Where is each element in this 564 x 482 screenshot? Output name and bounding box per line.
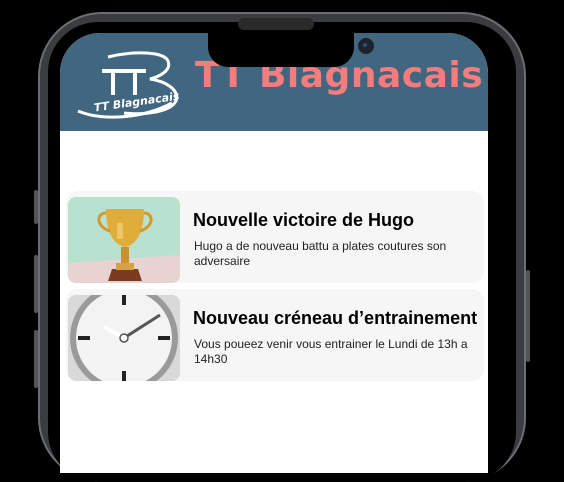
news-title: Nouvelle victoire de Hugo xyxy=(193,210,415,230)
clock-icon xyxy=(68,295,180,381)
news-thumbnail xyxy=(68,295,180,381)
phone-side-button xyxy=(526,270,530,362)
phone-notch xyxy=(208,33,374,67)
logo-graphic: TT Blagnacais xyxy=(77,51,181,119)
front-camera-icon xyxy=(358,38,374,54)
news-title: Nouveau créneau d’entrainement xyxy=(193,308,478,328)
app-screen: TT Blagnacais TT Blagnacais Nouvelle vic… xyxy=(60,33,488,473)
news-thumbnail xyxy=(68,197,180,283)
phone-side-button xyxy=(34,255,38,313)
speaker-grille xyxy=(238,18,314,30)
phone-side-button xyxy=(34,330,38,388)
news-description: Hugo a de nouveau battu a plates couture… xyxy=(194,239,447,268)
news-list: Nouvelle victoire de Hugo Hugo a de nouv… xyxy=(66,191,486,387)
news-card[interactable]: Nouveau créneau d’entrainement Vous poue… xyxy=(66,289,484,381)
news-card[interactable]: Nouvelle victoire de Hugo Hugo a de nouv… xyxy=(66,191,484,283)
club-logo[interactable]: TT Blagnacais xyxy=(72,49,182,123)
trophy-icon xyxy=(68,197,180,283)
phone-side-button xyxy=(34,190,38,224)
news-description: Vous poueez venir vous entrainer le Lund… xyxy=(194,337,468,366)
